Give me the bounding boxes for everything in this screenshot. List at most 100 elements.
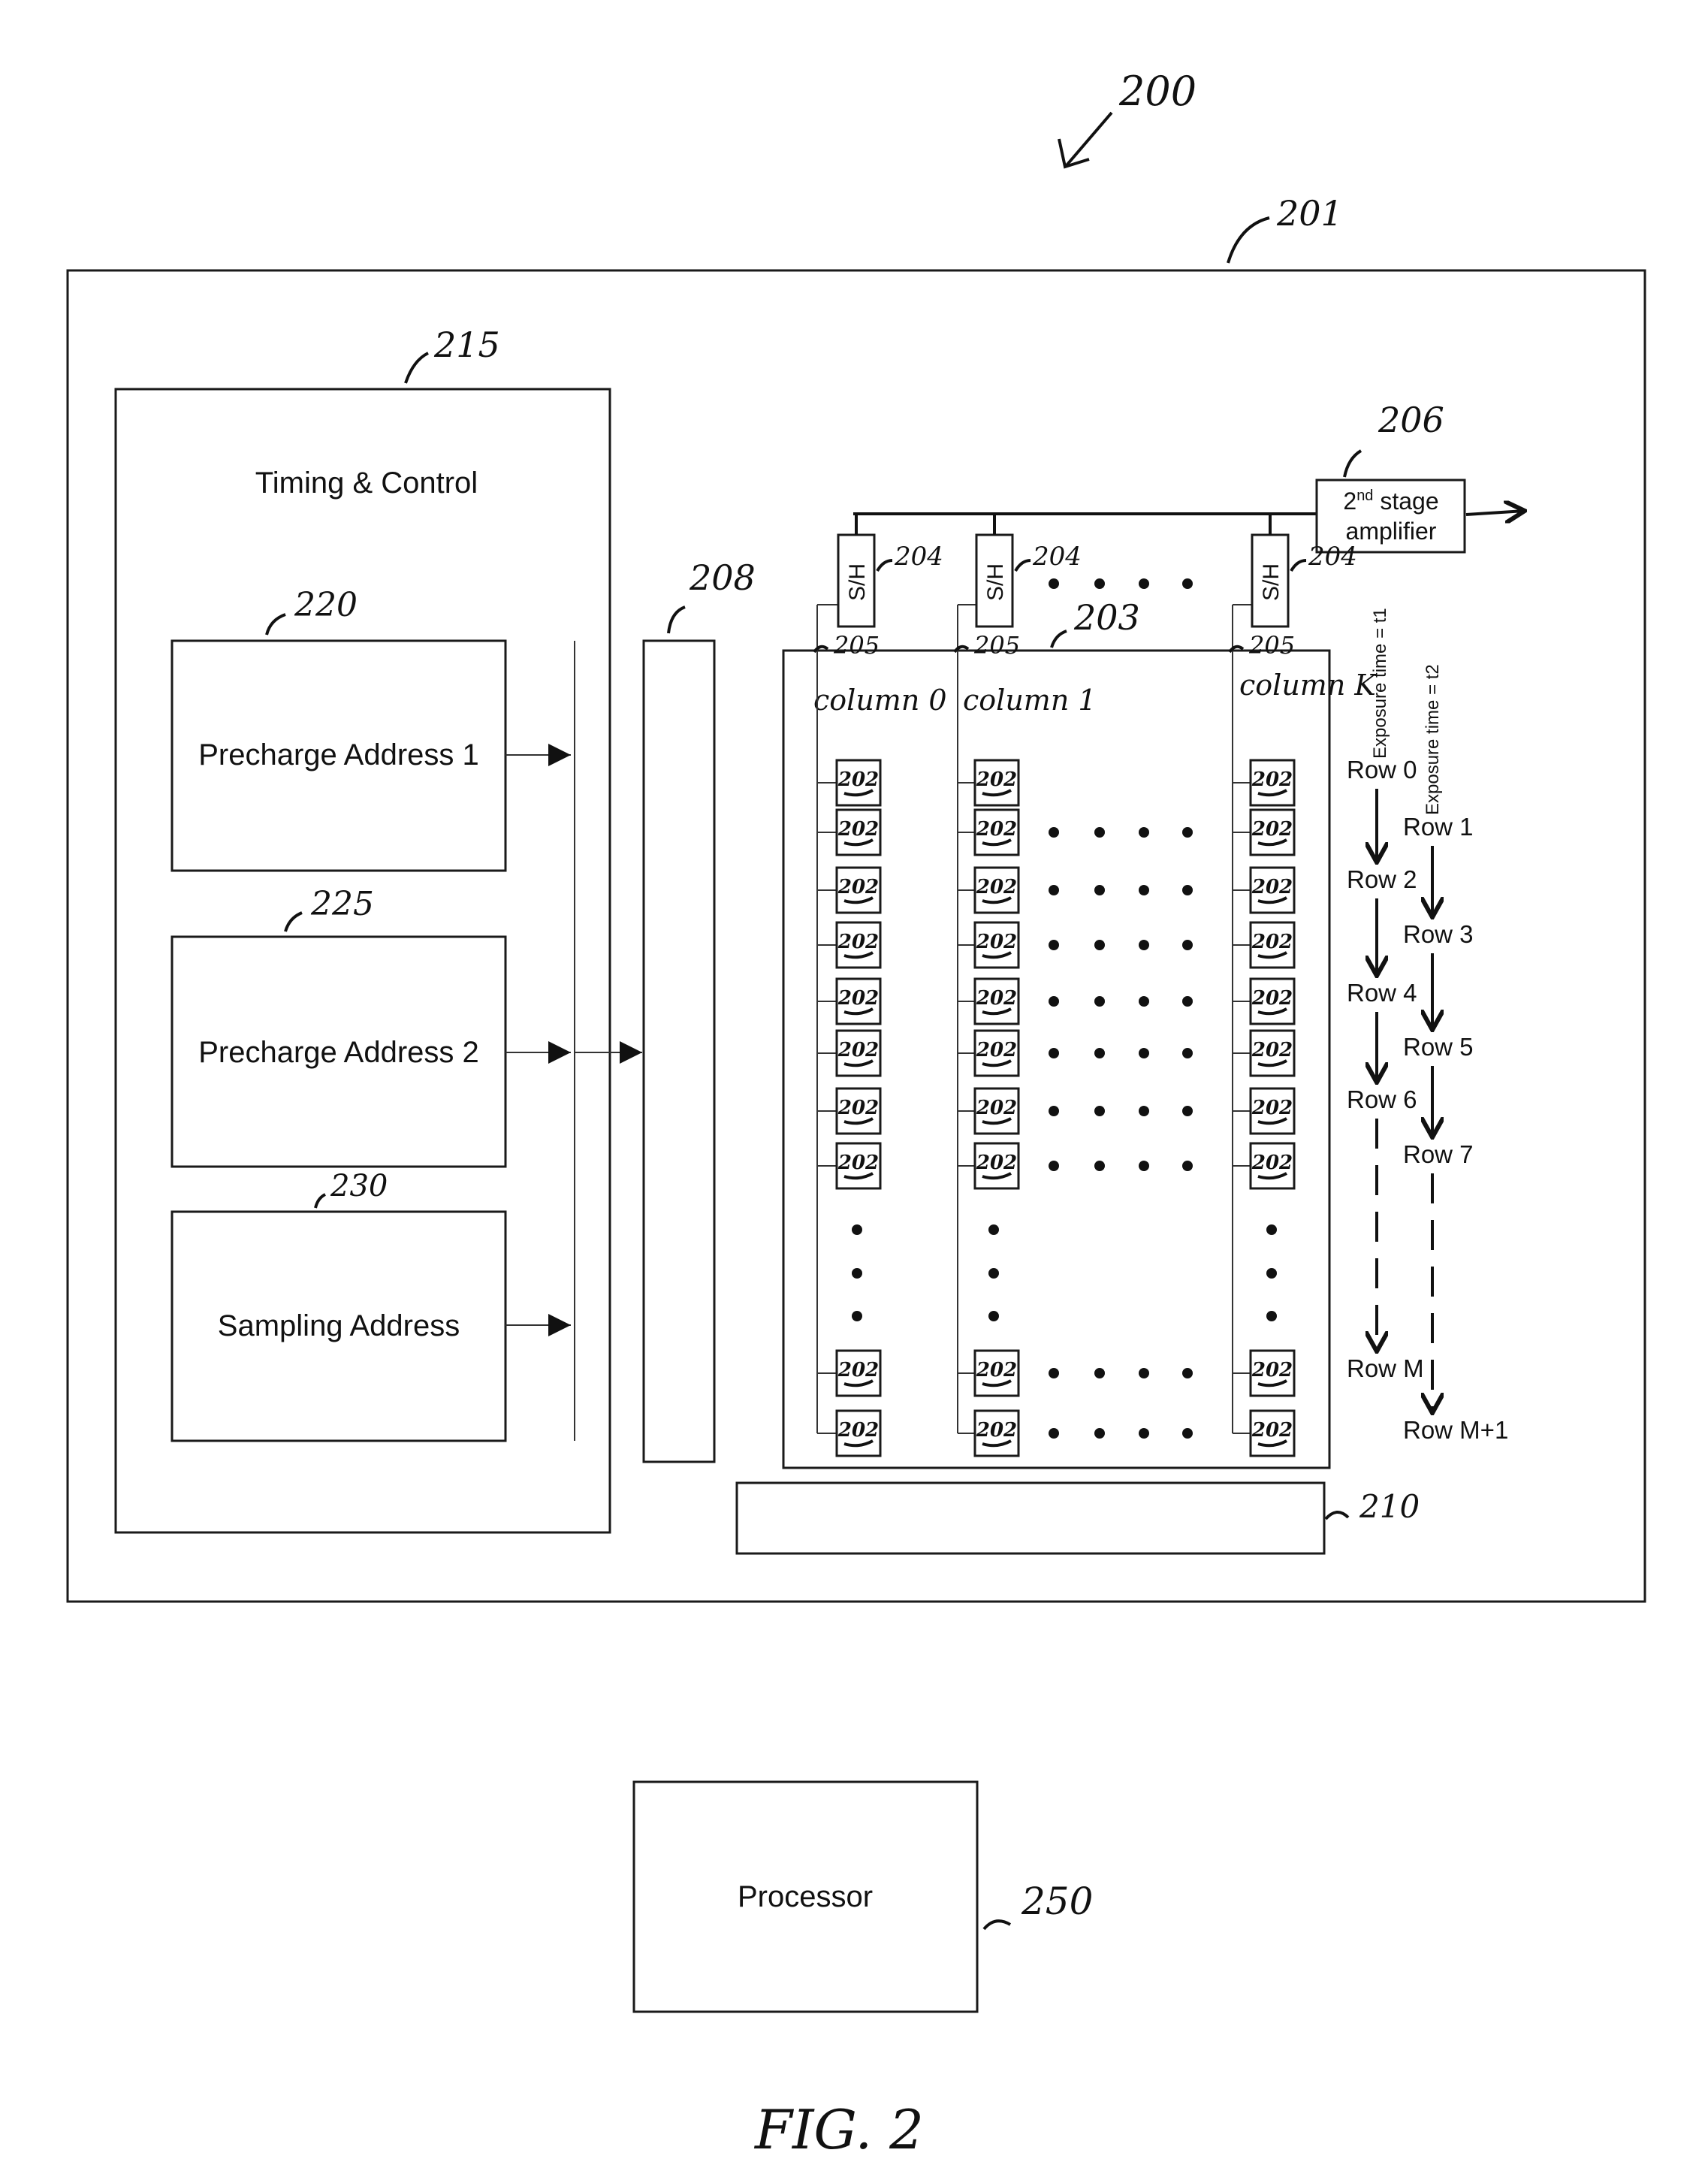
amplifier-label-line1: 2nd stage (1343, 488, 1438, 515)
ellipsis-dot (1182, 1161, 1193, 1171)
ref-200: 200 (1118, 68, 1197, 115)
ref-204: 204 (894, 542, 943, 572)
row-label-t1-4: Row M (1347, 1354, 1424, 1382)
pixel-cell-ref: 202 (837, 1097, 879, 1119)
pixel-cell-ref: 202 (976, 1359, 1017, 1381)
ellipsis-dot (1094, 996, 1105, 1007)
ellipsis-dot (1049, 1048, 1059, 1058)
ref-225: 225 (310, 885, 374, 923)
ellipsis-dot (1094, 827, 1105, 838)
pixel-cell: 202 (958, 1409, 1020, 1457)
ellipsis-dot (1049, 827, 1059, 838)
exposure-t1-label: Exposure time = t1 (1370, 608, 1390, 759)
amplifier-output-arrow-icon (1465, 511, 1525, 515)
pixel-cell: 202 (1233, 866, 1296, 914)
vertical-ellipsis-dot (988, 1268, 999, 1279)
ellipsis-dot (1094, 1106, 1105, 1116)
pixel-cell: 202 (958, 977, 1020, 1025)
ref-208: 208 (689, 557, 756, 598)
pixel-cell-ref: 202 (976, 768, 1017, 791)
pixel-cell: 202 (1233, 759, 1296, 807)
row-label-t2-0: Row 1 (1403, 813, 1474, 841)
pixel-cell: 202 (817, 759, 882, 807)
sh-ellipsis-dot (1182, 578, 1193, 589)
system-reference: 200 (1058, 68, 1197, 169)
sh-ellipsis-dot (1139, 578, 1149, 589)
ref-205: 205 (973, 631, 1020, 660)
pixel-array: 203 column 0 column 1 column K 205 202 202… (782, 597, 1378, 1469)
vertical-ellipsis-dot (1266, 1224, 1277, 1235)
ref-210: 210 (1359, 1488, 1420, 1525)
pixel-cell: 202 (817, 1409, 882, 1457)
column-k-label: column K (1239, 669, 1378, 702)
pixel-cell: 202 (958, 759, 1020, 807)
ref-201: 201 (1276, 193, 1343, 234)
row-label-t1-1: Row 2 (1347, 865, 1417, 893)
ref-250-leader (982, 1919, 1012, 1931)
pixel-cell-ref: 202 (976, 1039, 1017, 1061)
pixel-cell-ref: 202 (1251, 768, 1293, 791)
pixel-cell: 202 (817, 921, 882, 969)
ref-230: 230 (330, 1169, 388, 1203)
pixel-cell: 202 (817, 1087, 882, 1135)
ellipsis-dot (1182, 1048, 1193, 1058)
ellipsis-dot (1139, 940, 1149, 950)
ref-230-leader (314, 1193, 326, 1209)
ellipsis-dot (1094, 1161, 1105, 1171)
column-readout-bar (735, 1481, 1326, 1555)
ellipsis-dot (1049, 940, 1059, 950)
ref-204-leader (1290, 559, 1307, 572)
pixel-cell: 202 (817, 808, 882, 856)
pixel-cell-ref: 202 (1251, 1419, 1293, 1442)
vertical-ellipsis-dot (1266, 1268, 1277, 1279)
pixel-cell-ref: 202 (837, 931, 879, 953)
ref-225-leader (284, 911, 303, 932)
precharge-address-2-label: Precharge Address 2 (198, 1036, 479, 1069)
ellipsis-dot (1049, 885, 1059, 895)
column-0: 205 202 202 202 202 202 202 202 202 202 202 (813, 604, 882, 1457)
pixel-cell-ref: 202 (976, 987, 1017, 1010)
ellipsis-dot (1139, 1428, 1149, 1439)
vertical-ellipsis-dot (1266, 1311, 1277, 1321)
ellipsis-dot (1049, 1161, 1059, 1171)
pixel-cell-ref: 202 (1251, 876, 1293, 898)
ellipsis-dot (1094, 1368, 1105, 1378)
ellipsis-dot (1139, 827, 1149, 838)
timing-control-block: 215 Timing & Control Precharge Address 1… (114, 325, 611, 1534)
ref-208-leader (667, 605, 686, 634)
ref-250: 250 (1021, 1880, 1093, 1923)
sample-hold-label: S/H (983, 563, 1008, 601)
ref-204-leader (876, 559, 893, 572)
row-label-t2-1: Row 3 (1403, 920, 1474, 948)
pixel-cell: 202 (1233, 808, 1296, 856)
ellipsis-dot (1049, 1106, 1059, 1116)
ref-210-leader (1324, 1511, 1350, 1520)
pixel-cell-ref: 202 (976, 1419, 1017, 1442)
ref-220-leader (265, 613, 286, 636)
ref-205: 205 (1248, 631, 1295, 660)
sh-ellipsis-dot (1094, 578, 1105, 589)
vertical-ellipsis-dot (988, 1311, 999, 1321)
ellipsis-dot (1139, 1368, 1149, 1378)
ellipsis-dot (1094, 1428, 1105, 1439)
pixel-cell: 202 (958, 1349, 1020, 1397)
ellipsis-dot (1049, 996, 1059, 1007)
pixel-cell-ref: 202 (976, 876, 1017, 898)
column-2: 205 202 202 202 202 202 202 202 202 202 202 (1228, 604, 1296, 1457)
pixel-cell-ref: 202 (1251, 818, 1293, 841)
pixel-cell: 202 (817, 866, 882, 914)
column-1-label: column 1 (963, 684, 1097, 717)
pixel-cell-ref: 202 (1251, 1097, 1293, 1119)
pixel-cell-ref: 202 (976, 1097, 1017, 1119)
pixel-cell: 202 (1233, 977, 1296, 1025)
row-label-t2-2: Row 5 (1403, 1033, 1474, 1061)
pixel-cell-ref: 202 (837, 1152, 879, 1174)
row-label-t2-4: Row M+1 (1403, 1416, 1508, 1444)
row-label-t1-2: Row 4 (1347, 979, 1417, 1007)
amplifier-label-line2: amplifier (1346, 518, 1437, 545)
row-driver-box (642, 639, 716, 1463)
pixel-cell: 202 (958, 921, 1020, 969)
ref-206-leader (1343, 449, 1362, 478)
pixel-cell-ref: 202 (837, 1419, 879, 1442)
pixel-cell-ref: 202 (837, 1359, 879, 1381)
